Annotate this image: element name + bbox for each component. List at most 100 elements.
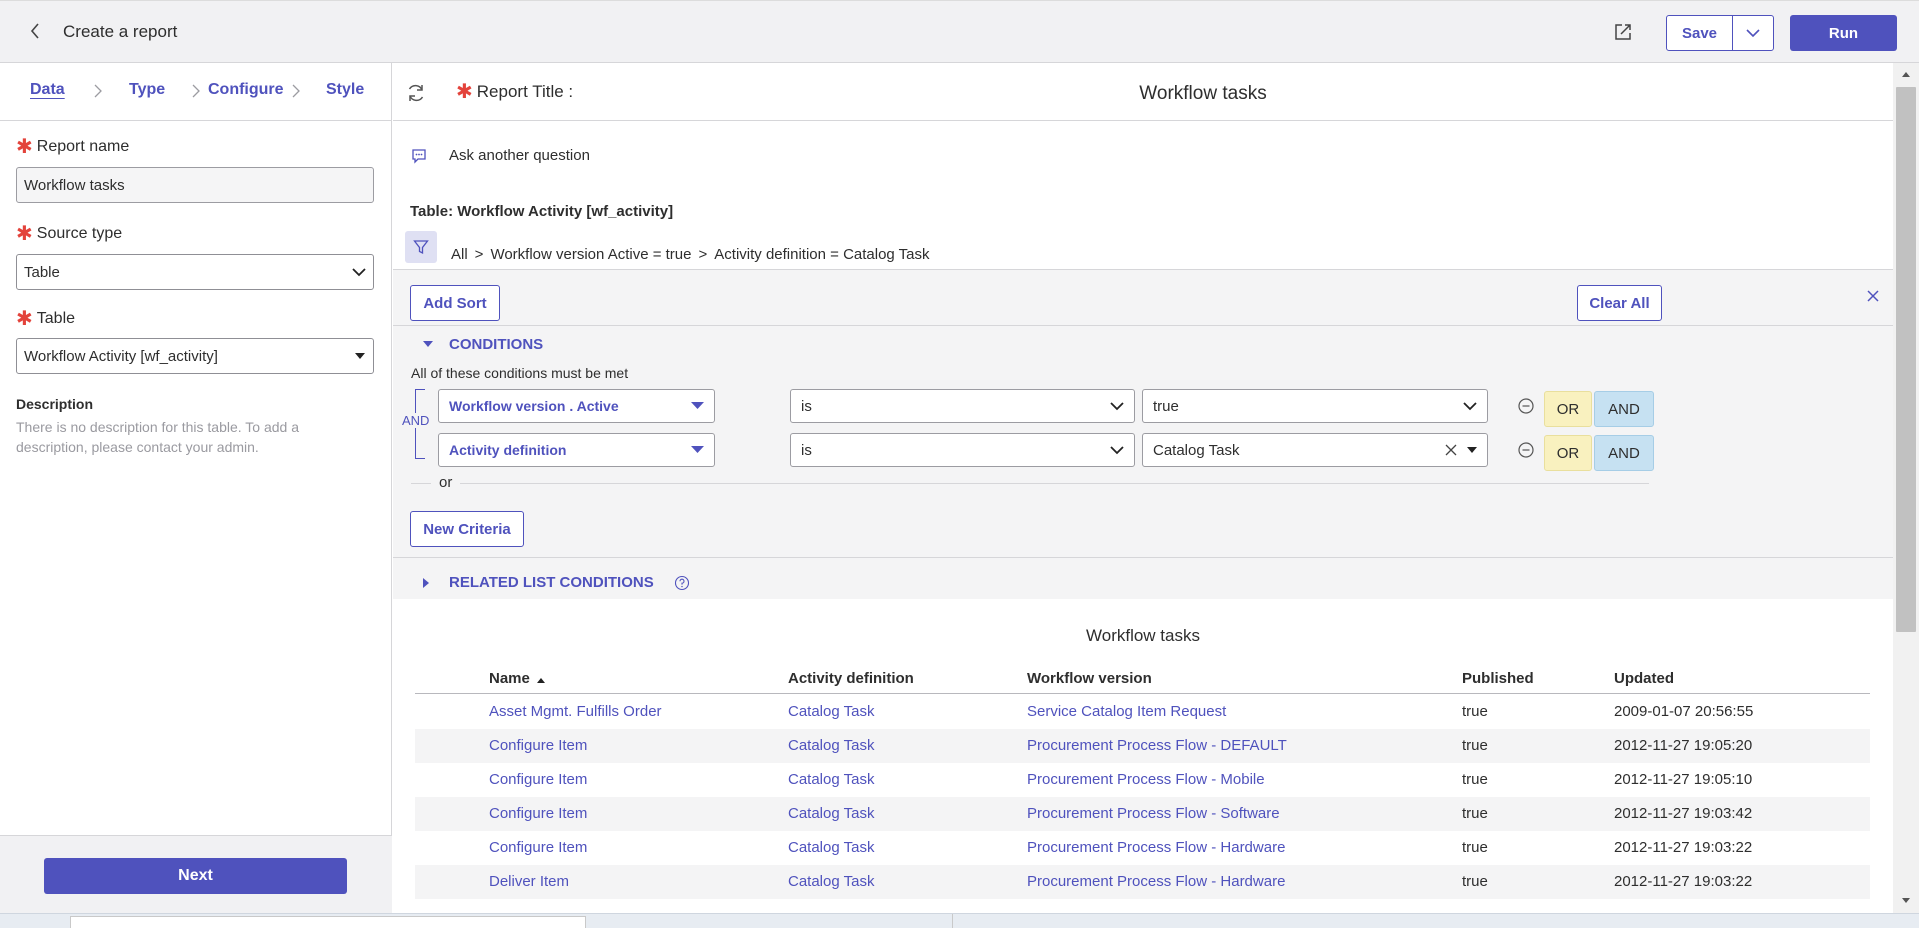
ask-another-question[interactable]: Ask another question: [411, 147, 590, 164]
cell-published: true: [1462, 771, 1488, 788]
caret-down-icon: [691, 446, 704, 453]
next-button[interactable]: Next: [44, 858, 347, 894]
or-button[interactable]: OR: [1544, 435, 1592, 471]
column-header-name[interactable]: Name: [489, 670, 546, 687]
breadcrumb-activity-definition[interactable]: Activity definition = Catalog Task: [714, 246, 929, 263]
sort-ascending-icon: [537, 678, 546, 683]
column-header-published[interactable]: Published: [1462, 670, 1534, 687]
run-button[interactable]: Run: [1790, 15, 1897, 51]
cell-workflow-version[interactable]: Procurement Process Flow - Hardware: [1027, 873, 1285, 890]
source-type-label: ✱ Source type: [16, 223, 123, 245]
cell-activity-definition[interactable]: Catalog Task: [788, 873, 874, 890]
vertical-scrollbar[interactable]: [1893, 63, 1919, 913]
condition-operator-select[interactable]: is: [790, 433, 1135, 467]
scrollbar-thumb[interactable]: [1896, 87, 1916, 632]
help-icon[interactable]: [674, 575, 690, 591]
remove-condition-icon[interactable]: [1517, 397, 1535, 415]
report-name-input[interactable]: Workflow tasks: [16, 167, 374, 203]
or-button[interactable]: OR: [1544, 391, 1592, 427]
report-title-value[interactable]: Workflow tasks: [393, 83, 1893, 105]
cell-updated: 2012-11-27 19:05:10: [1614, 771, 1753, 788]
left-panel: Data Type Configure Style ✱ Report name …: [0, 63, 392, 928]
step-data[interactable]: Data: [30, 81, 65, 99]
chat-icon: [412, 148, 426, 164]
condition-operator-select[interactable]: is: [790, 389, 1135, 423]
table-select[interactable]: Workflow Activity [wf_activity]: [16, 338, 374, 374]
step-type[interactable]: Type: [129, 81, 165, 99]
cell-name[interactable]: Configure Item: [489, 805, 587, 822]
conditions-section-toggle[interactable]: CONDITIONS: [423, 336, 543, 353]
breadcrumb-all[interactable]: All: [451, 246, 468, 263]
scroll-up-icon[interactable]: [1902, 72, 1910, 77]
save-options-dropdown[interactable]: [1733, 16, 1773, 50]
cell-workflow-version[interactable]: Procurement Process Flow - DEFAULT: [1027, 737, 1287, 754]
back-button[interactable]: [22, 17, 48, 45]
cell-updated: 2009-01-07 20:56:55: [1614, 703, 1754, 720]
close-icon[interactable]: [1863, 286, 1883, 306]
breadcrumb-workflow-version[interactable]: Workflow version Active = true: [490, 246, 691, 263]
or-divider: [411, 483, 1649, 484]
share-button[interactable]: [1610, 19, 1636, 45]
cell-name[interactable]: Configure Item: [489, 839, 587, 856]
cell-name[interactable]: Asset Mgmt. Fulfills Order: [489, 703, 662, 720]
and-button[interactable]: AND: [1594, 391, 1654, 427]
breadcrumb-separator: >: [474, 246, 484, 263]
caret-down-icon: [691, 402, 704, 409]
divider: [952, 914, 953, 928]
new-criteria-button[interactable]: New Criteria: [410, 511, 524, 547]
cell-workflow-version[interactable]: Procurement Process Flow - Mobile: [1027, 771, 1265, 788]
report-title-row: Workflow tasks ✱ Report Title :: [393, 63, 1893, 121]
condition-field-select[interactable]: Activity definition: [438, 433, 715, 467]
taskbar-search[interactable]: [70, 916, 586, 928]
cell-workflow-version[interactable]: Procurement Process Flow - Hardware: [1027, 839, 1285, 856]
table-row: Asset Mgmt. Fulfills Order Catalog Task …: [415, 695, 1870, 729]
caret-down-icon: [355, 352, 365, 359]
cell-activity-definition[interactable]: Catalog Task: [788, 839, 874, 856]
and-button[interactable]: AND: [1594, 435, 1654, 471]
step-configure[interactable]: Configure: [208, 81, 284, 99]
clear-value-icon[interactable]: [1445, 444, 1457, 456]
condition-field-select[interactable]: Workflow version . Active: [438, 389, 715, 423]
cell-workflow-version[interactable]: Service Catalog Item Request: [1027, 703, 1226, 720]
cell-workflow-version[interactable]: Procurement Process Flow - Software: [1027, 805, 1280, 822]
column-header-updated[interactable]: Updated: [1614, 670, 1674, 687]
related-list-conditions-toggle[interactable]: RELATED LIST CONDITIONS: [423, 574, 690, 591]
chevron-right-icon: [292, 84, 300, 98]
table-row: Configure Item Catalog Task Procurement …: [415, 763, 1870, 797]
cell-updated: 2012-11-27 19:03:22: [1614, 839, 1753, 856]
report-title-label: ✱ Report Title :: [456, 81, 574, 103]
source-type-select[interactable]: Table: [16, 254, 374, 290]
scroll-down-icon[interactable]: [1902, 898, 1910, 903]
clear-all-button[interactable]: Clear All: [1577, 285, 1662, 321]
share-icon: [1615, 24, 1631, 40]
cell-activity-definition[interactable]: Catalog Task: [788, 737, 874, 754]
cell-published: true: [1462, 805, 1488, 822]
column-header-activity-definition[interactable]: Activity definition: [788, 670, 914, 687]
step-navigation: Data Type Configure Style: [0, 63, 392, 121]
remove-condition-icon[interactable]: [1517, 441, 1535, 459]
save-button-group: Save: [1666, 15, 1774, 51]
cell-activity-definition[interactable]: Catalog Task: [788, 771, 874, 788]
chevron-down-icon: [1110, 401, 1124, 410]
cell-activity-definition[interactable]: Catalog Task: [788, 805, 874, 822]
column-header-workflow-version[interactable]: Workflow version: [1027, 670, 1152, 687]
filter-icon: [413, 240, 429, 255]
page-title: Create a report: [63, 22, 178, 41]
source-type-value: Table: [24, 263, 60, 281]
all-conditions-label: All of these conditions must be met: [411, 365, 629, 381]
cell-activity-definition[interactable]: Catalog Task: [788, 703, 874, 720]
filter-button[interactable]: [405, 231, 437, 263]
condition-value-field[interactable]: Catalog Task: [1142, 433, 1488, 467]
cell-name[interactable]: Deliver Item: [489, 873, 569, 890]
chevron-right-icon: [94, 84, 102, 98]
table-value: Workflow Activity [wf_activity]: [24, 347, 218, 365]
cell-name[interactable]: Configure Item: [489, 771, 587, 788]
condition-value-select[interactable]: true: [1142, 389, 1488, 423]
add-sort-button[interactable]: Add Sort: [410, 285, 500, 321]
step-style[interactable]: Style: [326, 81, 364, 99]
cell-updated: 2012-11-27 19:03:42: [1614, 805, 1753, 822]
cell-updated: 2012-11-27 19:05:20: [1614, 737, 1753, 754]
save-button[interactable]: Save: [1667, 16, 1733, 50]
cell-name[interactable]: Configure Item: [489, 737, 587, 754]
caret-down-icon[interactable]: [1467, 447, 1477, 453]
